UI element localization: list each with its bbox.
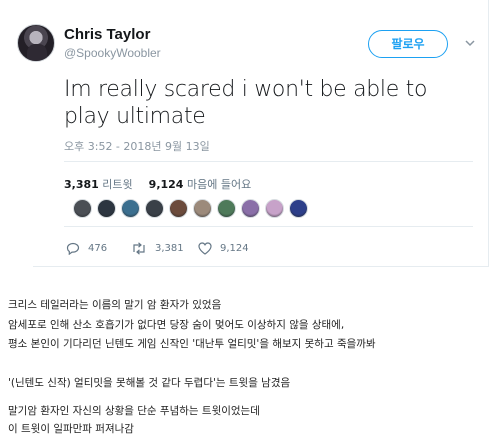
- liker-avatars: [73, 199, 313, 221]
- like-count: 9,124: [220, 242, 249, 254]
- likes-count[interactable]: 9,124: [149, 178, 184, 191]
- chevron-down-icon[interactable]: [463, 36, 477, 50]
- tweet-border-bottom: [33, 266, 489, 267]
- body-line: 이 트윗이 일파만파 퍼져나감: [8, 423, 134, 435]
- tweet-border: [488, 0, 489, 266]
- body-line: 암세포로 인해 산소 호흡기가 없다면 당장 숨이 멎어도 이상하지 않을 상태…: [8, 319, 345, 331]
- heart-icon[interactable]: [198, 241, 212, 255]
- reply-count: 476: [88, 242, 108, 254]
- liker-avatar[interactable]: [193, 199, 212, 218]
- retweet-count: 3,381: [155, 242, 184, 254]
- display-name[interactable]: Chris Taylor: [64, 26, 150, 43]
- follow-button[interactable]: 팔로우: [368, 30, 448, 58]
- liker-avatar[interactable]: [169, 199, 188, 218]
- liker-avatar[interactable]: [73, 199, 92, 218]
- tweet-timestamp[interactable]: 오후 3:52 - 2018년 9월 13일: [64, 138, 210, 154]
- retweet-icon[interactable]: [131, 241, 147, 255]
- reply-action[interactable]: 476: [66, 240, 107, 256]
- tweet-stats: 3,381 리트윗 9,124 마음에 들어요: [64, 176, 251, 192]
- like-action[interactable]: 9,124: [198, 240, 249, 256]
- body-line: 말기암 환자인 자신의 상황을 단순 푸념하는 트윗이었는데: [8, 405, 260, 417]
- user-handle[interactable]: @SpookyWoobler: [64, 46, 161, 60]
- retweets-count[interactable]: 3,381: [64, 178, 99, 191]
- divider: [64, 226, 473, 227]
- liker-avatar[interactable]: [217, 199, 236, 218]
- liker-avatar[interactable]: [289, 199, 308, 218]
- divider: [64, 161, 473, 162]
- liker-avatar[interactable]: [265, 199, 284, 218]
- tweet-card: Chris Taylor @SpookyWoobler 팔로우 Im reall…: [0, 0, 503, 272]
- avatar[interactable]: [17, 24, 55, 62]
- liker-avatar[interactable]: [97, 199, 116, 218]
- liker-avatar[interactable]: [145, 199, 164, 218]
- likes-label[interactable]: 마음에 들어요: [187, 178, 251, 191]
- retweets-label[interactable]: 리트윗: [102, 178, 132, 191]
- retweet-action[interactable]: 3,381: [131, 240, 184, 256]
- body-line: '(닌텐도 신작) 얼티밋을 못해볼 것 같다 두렵다'는 트윗을 남겼음: [8, 377, 291, 389]
- body-line: 크리스 테일러라는 이름의 말기 암 환자가 있었음: [8, 299, 222, 311]
- tweet-text: Im really scared i won't be able to play…: [64, 77, 428, 129]
- body-line: 평소 본인이 기다리던 닌텐도 게임 신작인 '대난투 얼티밋'을 해보지 못하…: [8, 338, 376, 350]
- reply-icon[interactable]: [66, 242, 80, 255]
- liker-avatar[interactable]: [121, 199, 140, 218]
- liker-avatar[interactable]: [241, 199, 260, 218]
